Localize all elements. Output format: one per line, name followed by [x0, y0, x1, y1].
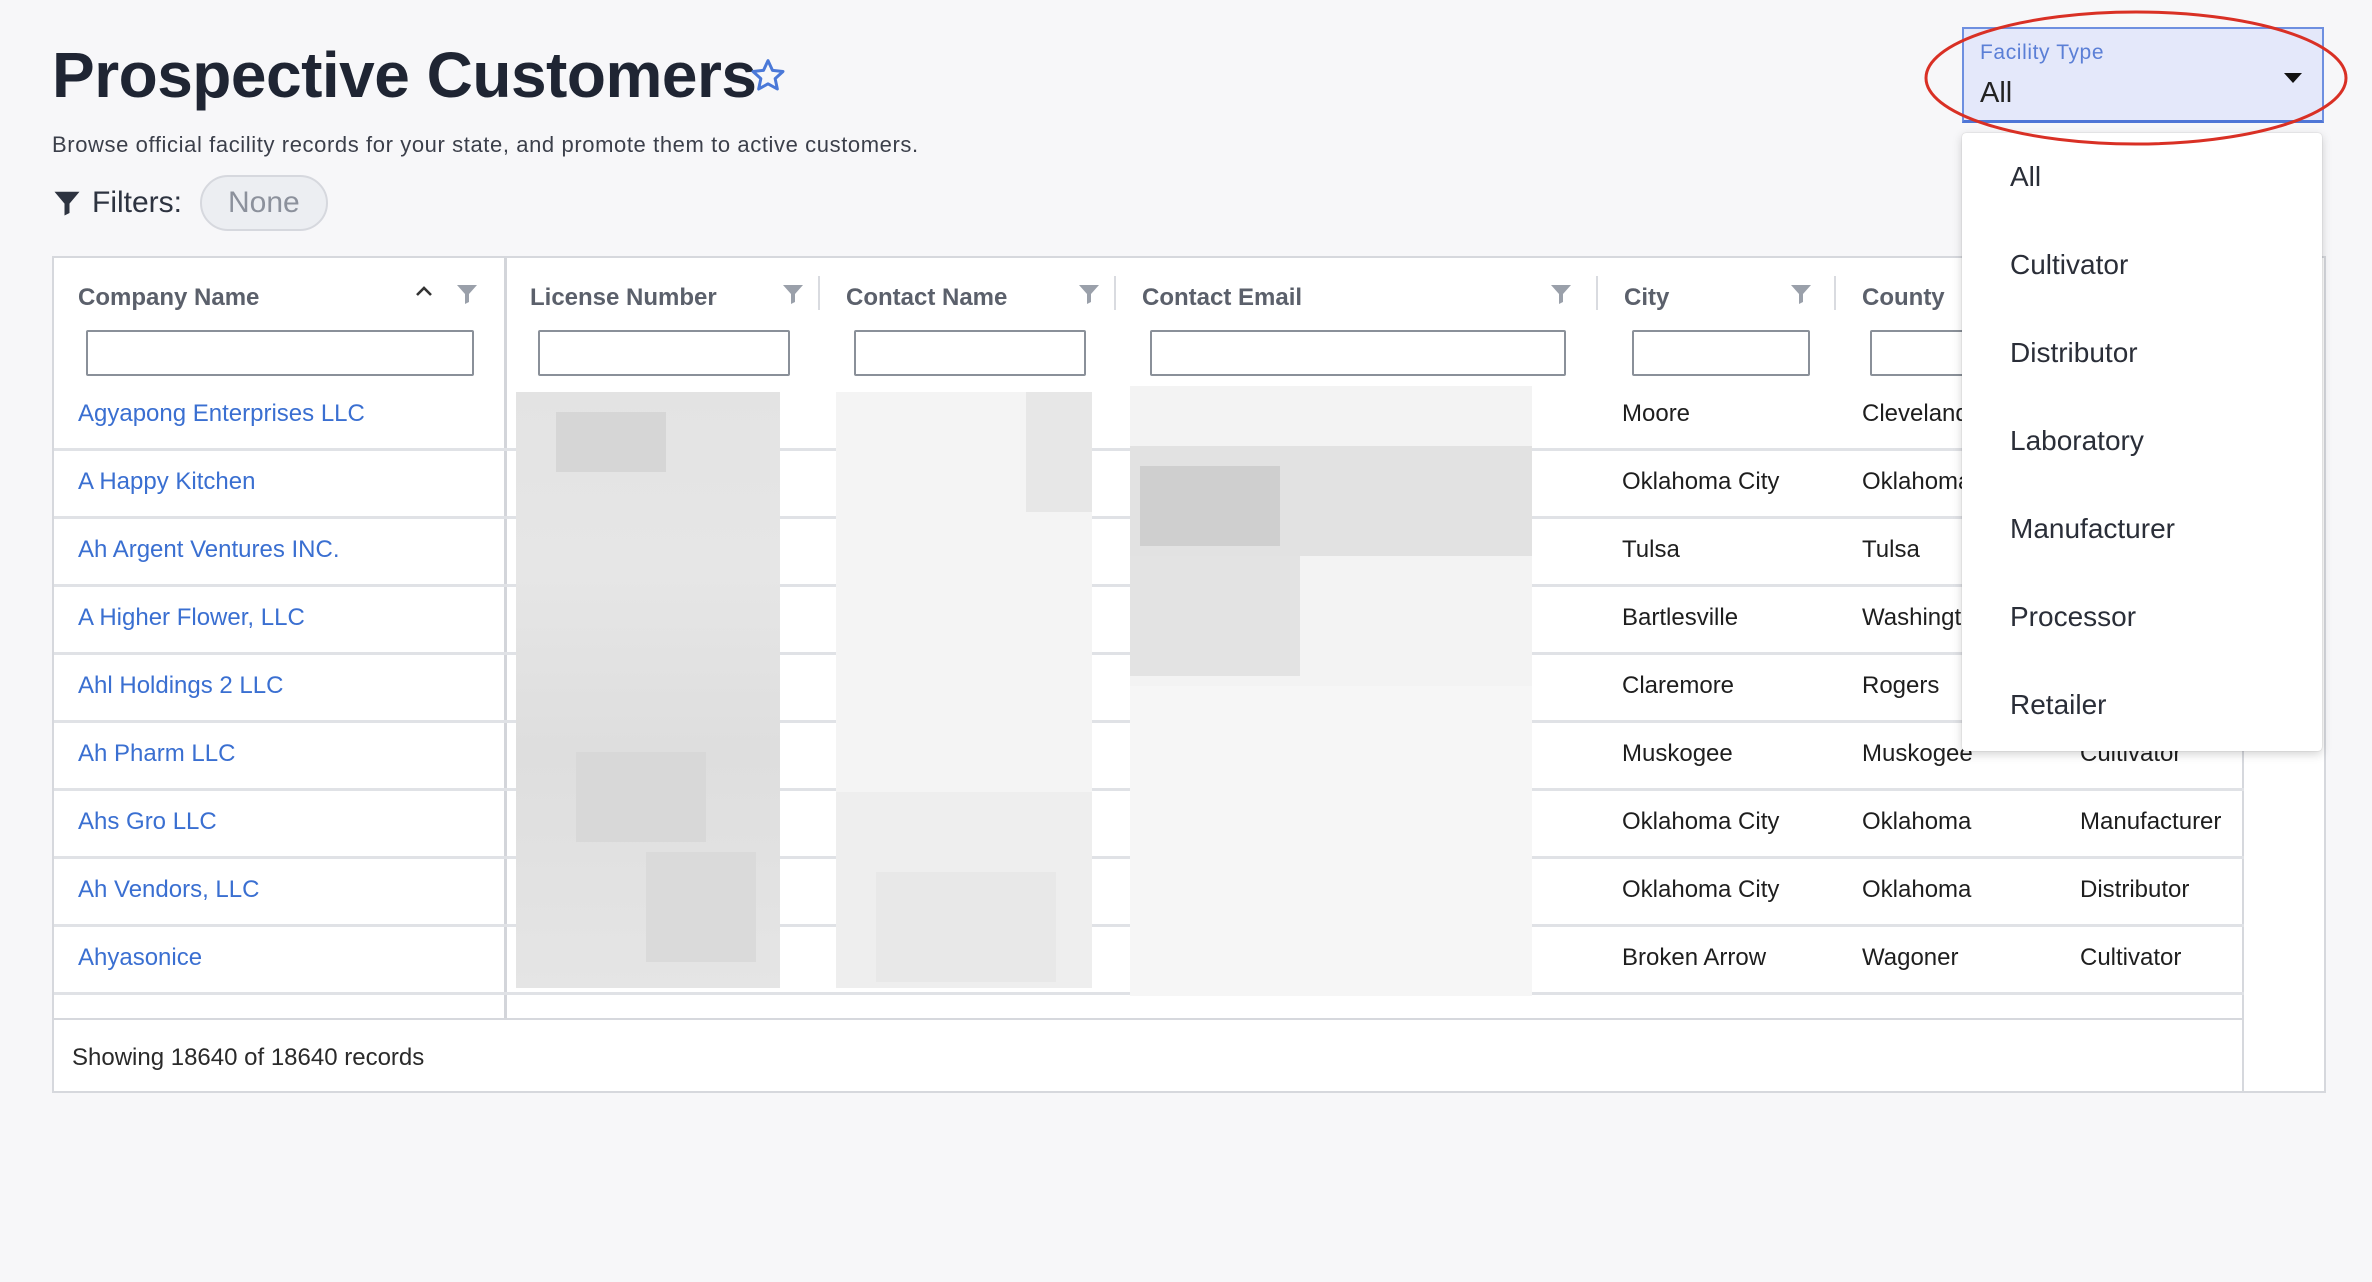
column-filter-icon[interactable] [1788, 282, 1814, 306]
company-name-link[interactable]: Ah Pharm LLC [78, 734, 235, 774]
city-cell: Claremore [1622, 672, 1735, 699]
county-cell: Oklahoma [1862, 808, 1972, 835]
county-cell: Rogers [1862, 672, 1940, 699]
county-cell: Oklahoma [1862, 468, 1964, 495]
page-subtitle: Browse official facility records for you… [52, 132, 919, 157]
city-cell: Bartlesville [1622, 604, 1739, 631]
menu-item-cultivator[interactable]: Cultivator [1962, 221, 2322, 309]
license-number-filter-input[interactable] [538, 330, 790, 376]
filter-icon [54, 191, 80, 216]
filters-row: Filters: None [52, 175, 328, 231]
menu-item-processor[interactable]: Processor [1962, 573, 2322, 661]
county-cell: Washington [1862, 604, 1964, 631]
city-cell: Muskogee [1622, 740, 1733, 767]
menu-item-laboratory[interactable]: Laboratory [1962, 397, 2322, 485]
contact-name-filter-input[interactable] [854, 330, 1086, 376]
city-cell: Oklahoma City [1622, 876, 1780, 903]
facility-type-cell: Cultivator [2080, 944, 2182, 971]
column-filter-icon[interactable] [454, 282, 480, 306]
county-cell: Cleveland [1862, 400, 1964, 427]
city-cell: Broken Arrow [1622, 944, 1767, 971]
column-separator[interactable] [818, 276, 820, 310]
city-filter-input[interactable] [1632, 330, 1810, 376]
favorite-star-icon[interactable] [748, 56, 788, 96]
column-separator[interactable] [1596, 276, 1598, 310]
city-cell: Oklahoma City [1622, 808, 1780, 835]
table-body: Company Name License Number Contact Name… [54, 258, 2244, 1091]
redacted-contact-name-column [836, 392, 1092, 988]
facility-type-cell: Distributor [2080, 876, 2190, 903]
company-name-link[interactable]: Ah Vendors, LLC [78, 870, 259, 910]
facility-type-cell: Manufacturer [2080, 808, 2222, 835]
county-cell: Tulsa [1862, 536, 1920, 563]
column-header-license-number[interactable]: License Number [530, 276, 750, 320]
company-name-filter-input[interactable] [86, 330, 474, 376]
county-cell: Oklahoma [1862, 876, 1972, 903]
sort-ascending-icon[interactable] [412, 280, 436, 304]
column-header-contact-email[interactable]: Contact Email [1142, 276, 1382, 320]
column-separator[interactable] [1114, 276, 1116, 310]
annotation-highlight-ellipse [1924, 10, 2348, 146]
city-cell: Oklahoma City [1622, 468, 1780, 495]
column-filter-icon[interactable] [1076, 282, 1102, 306]
company-name-link[interactable]: Ahl Holdings 2 LLC [78, 666, 283, 706]
menu-item-retailer[interactable]: Retailer [1962, 661, 2322, 749]
table-footer-divider [54, 1018, 2244, 1020]
filters-chip[interactable]: None [200, 175, 328, 231]
county-cell: Muskogee [1862, 740, 1973, 767]
column-separator[interactable] [1834, 276, 1836, 310]
company-name-link[interactable]: Agyapong Enterprises LLC [78, 394, 365, 434]
menu-item-manufacturer[interactable]: Manufacturer [1962, 485, 2322, 573]
contact-email-filter-input[interactable] [1150, 330, 1566, 376]
column-header-company-name[interactable]: Company Name [78, 276, 398, 320]
company-name-link[interactable]: A Higher Flower, LLC [78, 598, 305, 638]
filters-label: Filters: [92, 186, 182, 219]
company-name-link[interactable]: Ahs Gro LLC [78, 802, 217, 842]
page-title: Prospective Customers [52, 39, 757, 111]
redacted-license-column [516, 392, 780, 988]
column-filter-icon[interactable] [1548, 282, 1574, 306]
pinned-column-divider [504, 258, 507, 1018]
record-count: Showing 18640 of 18640 records [72, 1044, 425, 1071]
company-name-link[interactable]: Ahyasonice [78, 938, 202, 978]
company-name-link[interactable]: A Happy Kitchen [78, 462, 255, 502]
column-header-city[interactable]: City [1624, 276, 1764, 320]
column-header-contact-name[interactable]: Contact Name [846, 276, 1066, 320]
menu-item-distributor[interactable]: Distributor [1962, 309, 2322, 397]
company-name-link[interactable]: Ah Argent Ventures INC. [78, 530, 339, 570]
county-cell: Wagoner [1862, 944, 1959, 971]
column-filter-icon[interactable] [780, 282, 806, 306]
city-cell: Tulsa [1622, 536, 1680, 563]
facility-type-menu: All Cultivator Distributor Laboratory Ma… [1962, 133, 2322, 751]
city-cell: Moore [1622, 400, 1691, 427]
redacted-contact-email-column [1130, 386, 1532, 996]
